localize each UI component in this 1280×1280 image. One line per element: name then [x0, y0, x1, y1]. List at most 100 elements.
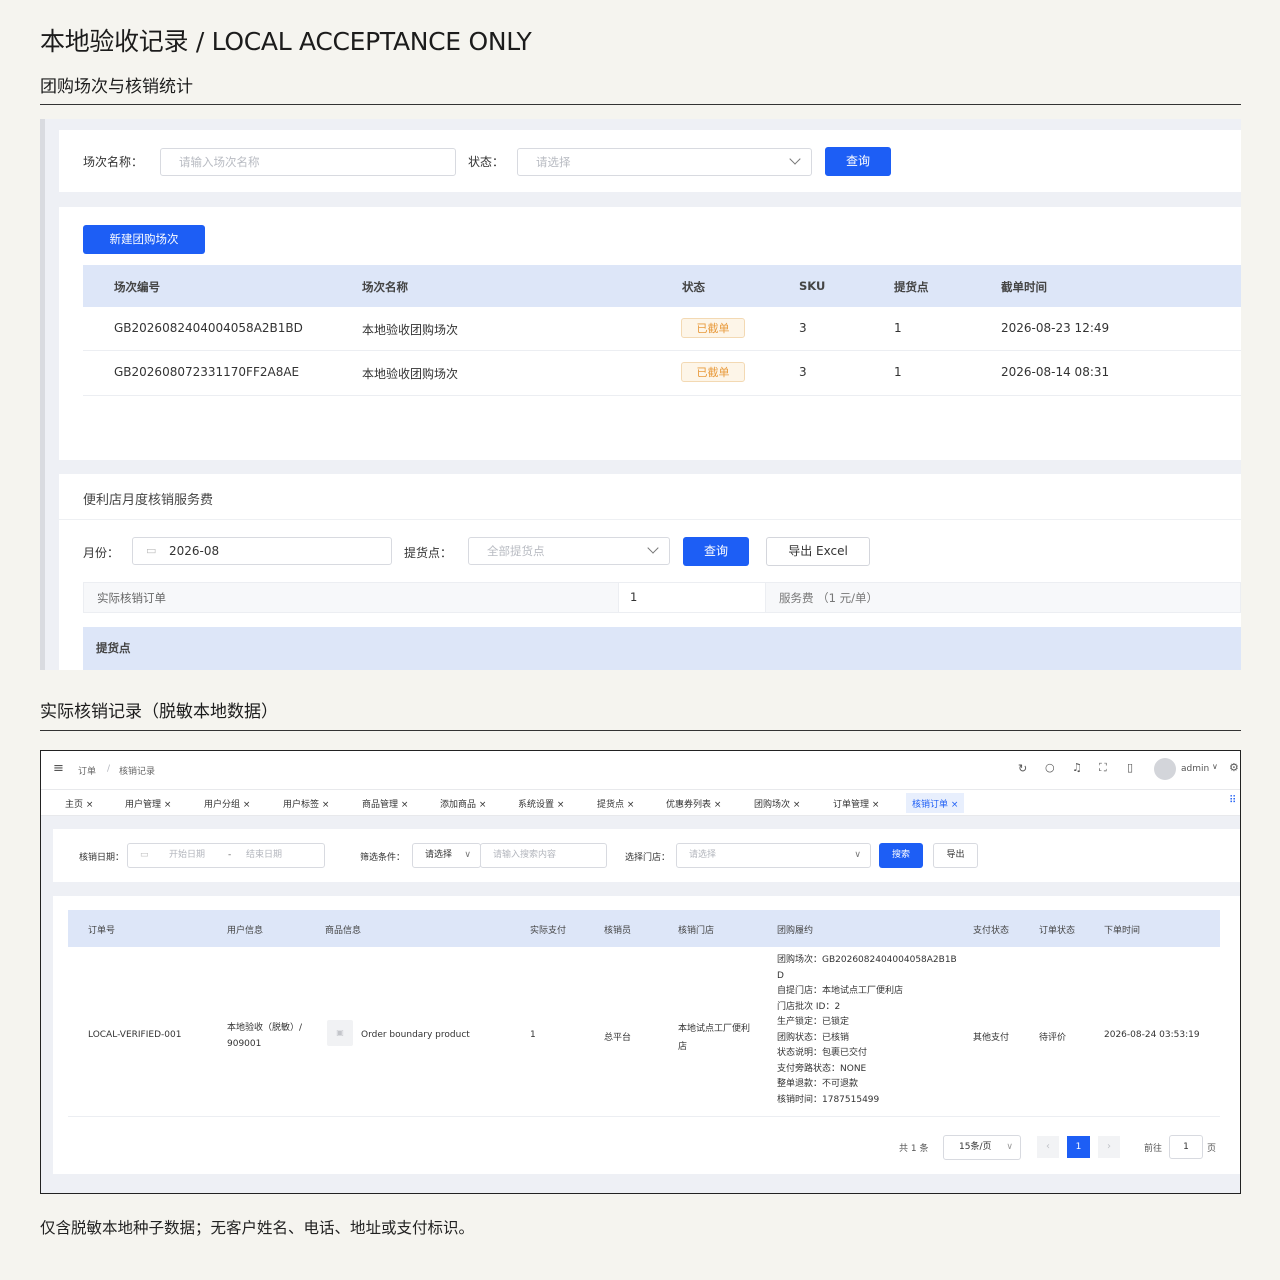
keyword-input[interactable]: 请输入搜索内容 — [480, 843, 607, 868]
tab-pickup-points[interactable]: 提货点 × — [597, 797, 634, 810]
date-range-picker[interactable]: ▭ 开始日期 - 结束日期 — [127, 843, 325, 868]
records-table-card: 订单号 用户信息 商品信息 实际支付 核销员 核销门店 团购履约 支付状态 订单… — [53, 896, 1240, 1174]
sidebar-edge — [40, 119, 45, 670]
fulfilment-line: 门店批次 ID：2 — [777, 1001, 841, 1012]
fee-query-button[interactable]: 查询 — [683, 537, 749, 566]
fulfilment-line: 状态说明：包裹已交付 — [777, 1048, 868, 1058]
goto-label: 前往 — [1144, 1144, 1163, 1154]
filter-card: 核销日期： ▭ 开始日期 - 结束日期 筛选条件： 请选择 ∨ 请输入搜索内容 选… — [53, 829, 1240, 882]
page-unit: 页 — [1207, 1144, 1217, 1154]
prev-page-button[interactable]: ‹ — [1037, 1136, 1059, 1158]
tab-verified-orders[interactable]: 核销订单 × — [906, 793, 965, 813]
fulfilment-line: 生产锁定：已锁定 — [777, 1017, 850, 1027]
chevron-down-icon: ∨ — [854, 850, 861, 860]
status-badge: 已截单 — [681, 318, 745, 338]
orders-value: 1 — [630, 590, 638, 604]
fulfilment-line: D — [777, 970, 784, 981]
cutoff-time: 2026-08-14 08:31 — [1001, 365, 1110, 379]
service-fee-card: 便利店月度核销服务费 月份： ▭ 2026-08 提货点： 全部提货点 查询 导出… — [59, 474, 1241, 670]
month-picker[interactable]: ▭ 2026-08 — [132, 537, 392, 565]
tab-label: 团购场次 — [754, 800, 791, 810]
gear-icon[interactable]: ⚙ — [1229, 761, 1239, 774]
next-page-button[interactable]: › — [1098, 1136, 1120, 1158]
session-name-label: 场次名称： — [83, 155, 144, 169]
col-paid: 实际支付 — [530, 926, 567, 936]
query-button[interactable]: 查询 — [825, 147, 891, 176]
page-size-value: 15条/页 — [959, 1142, 992, 1152]
col-order-time: 下单时间 — [1104, 926, 1141, 936]
export-excel-button[interactable]: 导出 Excel — [766, 537, 870, 566]
breadcrumb-current: 核销记录 — [119, 767, 156, 777]
col-session-name: 场次名称 — [362, 280, 408, 294]
tab-coupons[interactable]: 优惠券列表 × — [666, 797, 721, 810]
col-pickup-point: 提货点 — [96, 641, 131, 655]
col-order-status: 订单状态 — [1039, 926, 1076, 936]
breadcrumb-root[interactable]: 订单 — [78, 764, 96, 777]
refresh-icon[interactable]: ↻ — [1018, 762, 1027, 775]
date-label: 核销日期： — [79, 853, 125, 863]
status-select[interactable]: 请选择 — [517, 148, 812, 176]
table-row[interactable]: LOCAL-VERIFIED-001 本地验收（脱敏）/ 909001 ▣ Or… — [68, 952, 1220, 1116]
store-name: 本地试点工厂便利 — [678, 1024, 751, 1034]
tab-users[interactable]: 用户管理 × — [125, 797, 171, 810]
tab-add-product[interactable]: 添加商品 × — [440, 797, 486, 810]
grid-icon[interactable]: ⠿ — [1229, 795, 1236, 806]
create-session-button[interactable]: 新建团购场次 — [83, 225, 205, 254]
col-sku: SKU — [799, 279, 826, 293]
session-name-input[interactable]: 请输入场次名称 — [160, 148, 456, 176]
page-number[interactable]: 1 — [1067, 1136, 1090, 1158]
sku-count: 3 — [799, 321, 807, 335]
order-time: 2026-08-24 03:53:19 — [1104, 1030, 1200, 1040]
tab-label: 用户管理 — [125, 800, 162, 810]
tab-label: 主页 — [65, 800, 84, 810]
store-label: 选择门店： — [625, 853, 671, 863]
fullscreen-icon[interactable]: ⛶ — [1099, 761, 1107, 775]
store-name-cont: 店 — [678, 1042, 688, 1052]
tab-label: 用户分组 — [204, 800, 241, 810]
row-divider — [83, 350, 1241, 351]
breadcrumb-separator: / — [107, 764, 111, 774]
table-header: 订单号 用户信息 商品信息 实际支付 核销员 核销门店 团购履约 支付状态 订单… — [68, 910, 1220, 947]
avatar[interactable] — [1154, 758, 1176, 780]
footer-note: 仅含脱敏本地种子数据；无客户姓名、电话、地址或支付标识。 — [40, 1219, 475, 1237]
tab-label: 提货点 — [597, 800, 625, 810]
col-session-id: 场次编号 — [114, 280, 160, 294]
status-badge: 已截单 — [681, 362, 745, 382]
divider — [59, 519, 1241, 520]
goto-page-input[interactable]: 1 — [1169, 1135, 1203, 1159]
top-navbar: ≡ 订单 / 核销记录 ↻ ○ ♫ ⛶ ▯ admin ∨ ⚙ — [41, 751, 1240, 789]
chevron-down-icon: ∨ — [1006, 1142, 1013, 1152]
tab-user-groups[interactable]: 用户分组 × — [204, 797, 250, 810]
tab-home[interactable]: 主页 × — [65, 797, 93, 810]
store-select[interactable]: 请选择 ∨ — [676, 843, 871, 868]
search-icon[interactable]: ○ — [1045, 761, 1055, 774]
pickup-count: 1 — [894, 321, 902, 335]
tab-group-sessions[interactable]: 团购场次 × — [754, 797, 800, 810]
session-id: GB202608072331170FF2A8AE — [114, 365, 300, 379]
lock-icon[interactable]: ▯ — [1127, 761, 1133, 774]
tab-products[interactable]: 商品管理 × — [362, 797, 408, 810]
tab-label: 用户标签 — [283, 800, 320, 810]
bell-icon[interactable]: ♫ — [1072, 761, 1082, 774]
sku-count: 3 — [799, 365, 807, 379]
user-name[interactable]: admin — [1181, 764, 1209, 774]
tab-settings[interactable]: 系统设置 × — [518, 797, 564, 810]
pickup-point-select[interactable]: 全部提货点 — [468, 537, 670, 565]
tab-orders[interactable]: 订单管理 × — [833, 797, 879, 810]
condition-select[interactable]: 请选择 ∨ — [412, 843, 481, 868]
chevron-down-icon — [789, 153, 801, 165]
search-button[interactable]: 搜索 — [879, 843, 923, 868]
session-name: 本地验收团购场次 — [362, 367, 459, 381]
calendar-icon: ▭ — [146, 544, 157, 557]
section-title-verified: 实际核销记录（脱敏本地数据） — [40, 702, 278, 722]
menu-icon[interactable]: ≡ — [53, 761, 64, 776]
pickup-table-header: 提货点 — [83, 627, 1241, 670]
tab-label: 系统设置 — [518, 800, 555, 810]
export-button[interactable]: 导出 — [933, 843, 978, 868]
row-divider — [83, 395, 1241, 396]
search-card: 场次名称： 请输入场次名称 状态： 请选择 查询 — [59, 130, 1241, 192]
page-size-select[interactable]: 15条/页 ∨ — [943, 1135, 1021, 1160]
chevron-down-icon[interactable]: ∨ — [1212, 762, 1218, 771]
page-title: 本地验收记录 / LOCAL ACCEPTANCE ONLY — [40, 27, 532, 56]
tab-user-tags[interactable]: 用户标签 × — [283, 797, 329, 810]
